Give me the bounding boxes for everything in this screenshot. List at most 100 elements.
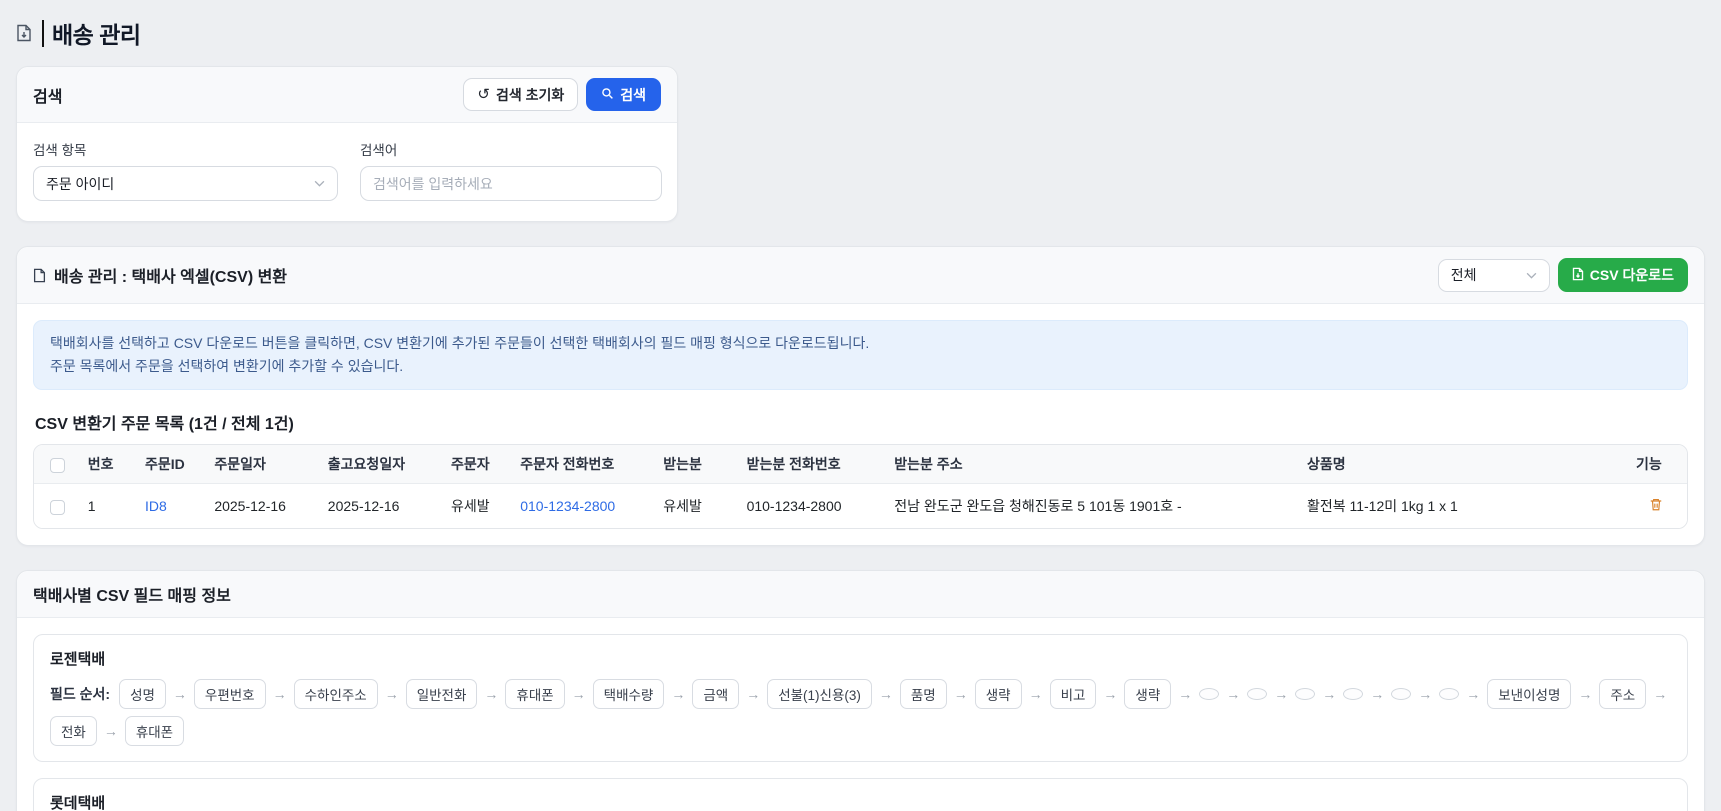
- row-number: 1: [87, 498, 96, 515]
- delete-row-button[interactable]: [1647, 495, 1665, 517]
- page-title: 배송 관리: [52, 22, 141, 48]
- ship-request-date: 2025-12-16: [327, 498, 400, 515]
- field-pill: 선불(1)신용(3): [767, 679, 872, 710]
- column-header: 기능: [1625, 445, 1687, 485]
- search-reset-button[interactable]: ↺ 검색 초기화: [463, 78, 579, 111]
- page-title-row: 배송 관리: [16, 16, 1705, 50]
- search-card-body: 검색 항목 주문 아이디 검색어 검색어를 입력하세요: [17, 123, 677, 221]
- search-keyword-placeholder: 검색어를 입력하세요: [373, 175, 493, 192]
- field-order-row: 필드 순서: 성명 → 우편번호 → 수하인주소 → 일반전화 → 휴대폰 → 택배수량 → 금액 → 선불(…: [50, 679, 1671, 747]
- arrow-right-icon: →: [746, 686, 761, 703]
- mapping-card-title: 택배사별 CSV 필드 매핑 정보: [33, 588, 231, 606]
- arrow-right-icon: →: [1418, 686, 1433, 703]
- csv-download-button[interactable]: CSV 다운로드: [1557, 258, 1688, 292]
- search-keyword-input[interactable]: 검색어를 입력하세요: [360, 166, 662, 201]
- arrow-right-icon: →: [1028, 686, 1043, 703]
- field-pill: 전화: [50, 716, 97, 747]
- row-checkbox[interactable]: [50, 499, 65, 515]
- select-all-checkbox[interactable]: [50, 457, 65, 473]
- search-submit-label: 검색: [620, 86, 646, 103]
- field-mapping-card: 택배사별 CSV 필드 매핑 정보 로젠택배 필드 순서: 성명 → 우편번호 → 수하인주…: [16, 570, 1705, 811]
- arrow-right-icon: →: [1653, 686, 1668, 703]
- field-pill: 일반전화: [405, 679, 478, 710]
- document-download-icon: [16, 24, 32, 42]
- text-cursor: [42, 19, 44, 47]
- receiver-address: 전남 완도군 완도읍 청해진동로 5 101동 1901호 -: [894, 498, 1182, 515]
- field-pill: 주소: [1599, 679, 1647, 710]
- arrow-right-icon: →: [571, 686, 586, 703]
- converter-card-body: 택배회사를 선택하고 CSV 다운로드 버튼을 클릭하면, CSV 변환기에 추…: [17, 304, 1704, 545]
- empty-field-pill: [1247, 688, 1268, 701]
- arrow-right-icon: →: [878, 686, 893, 703]
- carrier-card: 로젠택배 필드 순서: 성명 → 우편번호 → 수하인주소 → 일반전화 → 휴대폰 → 택배수량 → 금액…: [33, 634, 1688, 763]
- field-pill: 비고: [1049, 679, 1097, 710]
- orders-table-head-row: 번호 주문ID 주문일자 출고요청일자 주문자 주문자 전화번호 받는분 받는분 전화번호 받는…: [34, 445, 1687, 485]
- reset-circular-arrow-icon: ↺: [477, 86, 490, 103]
- magnifier-icon: [601, 87, 614, 102]
- field-pill: 생략: [974, 679, 1022, 710]
- carrier-name: 롯데택배: [50, 795, 106, 811]
- field-order-label: 필드 순서:: [50, 686, 111, 703]
- table-row: 1 ID8 2025-12-16 2025-12-16 유세발 010-1234-2800…: [34, 484, 1687, 529]
- field-pill: 택배수량: [592, 679, 665, 710]
- field-pill: 품명: [899, 679, 947, 710]
- csv-download-label: CSV 다운로드: [1589, 267, 1674, 283]
- chevron-down-icon: [314, 180, 325, 187]
- file-icon: [1572, 267, 1584, 283]
- column-header: 주문자 전화번호: [510, 445, 654, 485]
- column-header: 출고요청일자: [317, 445, 441, 485]
- product-name: 활전복 11-12미 1kg 1 x 1: [1306, 498, 1458, 515]
- converter-card-header: 배송 관리 : 택배사 엑셀(CSV) 변환 전체 CSV 다운로드: [17, 247, 1704, 304]
- field-pill: 휴대폰: [124, 716, 185, 747]
- column-header: 주문ID: [135, 445, 205, 485]
- search-card-title: 검색: [33, 88, 63, 106]
- orders-table: 번호 주문ID 주문일자 출고요청일자 주문자 주문자 전화번호 받는분 받는분 전화번호 받는…: [34, 445, 1687, 529]
- converter-info-box: 택배회사를 선택하고 CSV 다운로드 버튼을 클릭하면, CSV 변환기에 추…: [33, 320, 1688, 391]
- arrow-right-icon: →: [1466, 686, 1481, 703]
- column-header: 받는분 주소: [884, 445, 1297, 485]
- field-pill: 금액: [692, 679, 740, 710]
- empty-field-pill: [1295, 688, 1316, 701]
- arrow-right-icon: →: [1274, 686, 1289, 703]
- arrow-right-icon: →: [172, 686, 187, 703]
- carrier-select[interactable]: 전체: [1437, 258, 1550, 292]
- receiver-name: 유세발: [663, 498, 702, 515]
- empty-field-pill: [1343, 688, 1364, 701]
- search-submit-button[interactable]: 검색: [586, 78, 661, 111]
- field-pill: 성명: [119, 679, 166, 710]
- order-id-link[interactable]: ID8: [145, 498, 167, 514]
- search-reset-label: 검색 초기화: [495, 86, 565, 103]
- field-pill: 우편번호: [193, 679, 266, 710]
- delivery-management-page: 배송 관리 검색 ↺ 검색 초기화 검색 검색 항목 주문 아이디 검색어 검색…: [0, 0, 1721, 811]
- orders-table-body: 1 ID8 2025-12-16 2025-12-16 유세발 010-1234-2800…: [34, 484, 1687, 529]
- arrow-right-icon: →: [272, 686, 287, 703]
- orders-table-title: CSV 변환기 주문 목록 (1건 / 전체 1건): [35, 416, 294, 434]
- carrier-name: 로젠택배: [50, 651, 106, 669]
- column-header: 번호: [77, 445, 135, 485]
- field-pill: 수하인주소: [293, 679, 378, 710]
- arrow-right-icon: →: [384, 686, 399, 703]
- empty-field-pill: [1439, 688, 1460, 701]
- arrow-right-icon: →: [1226, 686, 1241, 703]
- column-header: 주문일자: [204, 445, 318, 485]
- arrow-right-icon: →: [103, 723, 118, 740]
- arrow-right-icon: →: [484, 686, 499, 703]
- arrow-right-icon: →: [1370, 686, 1385, 703]
- search-field-selected-value: 주문 아이디: [46, 175, 115, 192]
- column-header: 상품명: [1296, 445, 1626, 485]
- search-field-select[interactable]: 주문 아이디: [33, 166, 338, 201]
- search-keyword-label: 검색어: [360, 143, 398, 158]
- info-line-2: 주문 목록에서 주문을 선택하여 변환기에 추가할 수 있습니다.: [50, 358, 404, 375]
- arrow-right-icon: →: [953, 686, 968, 703]
- carrier-list: 로젠택배 필드 순서: 성명 → 우편번호 → 수하인주소 → 일반전화 → 휴대폰 → 택배수량 → 금액…: [17, 618, 1704, 811]
- order-date: 2025-12-16: [214, 498, 286, 515]
- arrow-right-icon: →: [1322, 686, 1337, 703]
- arrow-right-icon: →: [1578, 686, 1593, 703]
- receiver-phone: 010-1234-2800: [746, 498, 842, 515]
- orderer-phone-link[interactable]: 010-1234-2800: [520, 498, 615, 514]
- arrow-right-icon: →: [671, 686, 686, 703]
- column-header: 받는분: [653, 445, 737, 485]
- converter-card-title: 배송 관리 : 택배사 엑셀(CSV) 변환: [54, 269, 288, 286]
- empty-field-pill: [1199, 688, 1220, 701]
- chevron-down-icon: [1526, 272, 1537, 279]
